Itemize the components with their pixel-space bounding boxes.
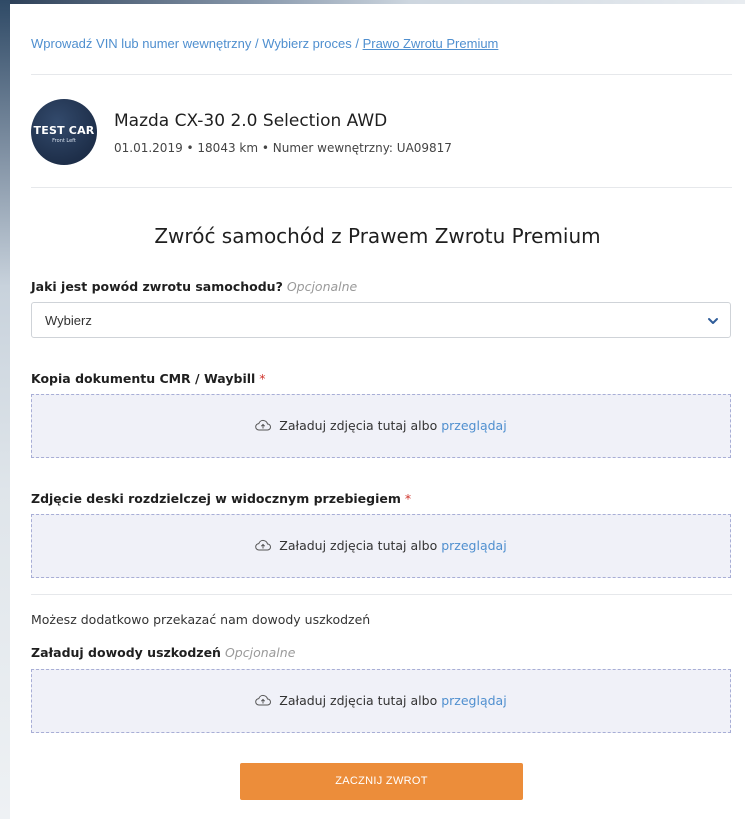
dashboard-label: Zdjęcie deski rozdzielczej w widocznym p… [31, 491, 411, 506]
page: Wprowadź VIN lub numer wewnętrzny / Wybi… [0, 0, 745, 819]
chevron-down-icon [708, 318, 718, 324]
upload-text: Załaduj zdjęcia tutaj albo [279, 418, 438, 433]
damage-upload-dropzone[interactable]: Załaduj zdjęcia tutaj albo przeglądaj [31, 669, 731, 733]
dashboard-label-text: Zdjęcie deski rozdzielczej w widocznym p… [31, 491, 401, 506]
breadcrumb-separator: / [254, 36, 259, 51]
required-mark: * [259, 371, 266, 386]
required-mark: * [404, 491, 412, 506]
car-meta: 01.01.2019 • 18043 km • Numer wewnętrzny… [114, 141, 452, 155]
cmr-upload-dropzone[interactable]: Załaduj zdjęcia tutaj albo przeglądaj [31, 394, 731, 458]
cmr-label: Kopia dokumentu CMR / Waybill * [31, 371, 266, 386]
cmr-label-text: Kopia dokumentu CMR / Waybill [31, 371, 256, 386]
return-form-panel: Wprowadź VIN lub numer wewnętrzny / Wybi… [10, 4, 745, 819]
breadcrumb-item-vin[interactable]: Wprowadź VIN lub numer wewnętrzny [31, 36, 251, 51]
browse-link[interactable]: przeglądaj [441, 538, 506, 553]
reason-label: Jaki jest powód zwrotu samochodu? Opcjon… [31, 279, 357, 294]
upload-prompt: Załaduj zdjęcia tutaj albo przeglądaj [32, 418, 730, 433]
breadcrumb-item-process[interactable]: Wybierz proces [262, 36, 351, 51]
damage-label-text: Załaduj dowody uszkodzeń [31, 645, 221, 660]
cloud-upload-icon [255, 539, 272, 551]
start-return-button[interactable]: ZACZNIJ ZWROT [240, 763, 523, 800]
divider [31, 74, 732, 75]
upload-prompt: Załaduj zdjęcia tutaj albo przeglądaj [32, 538, 730, 553]
cloud-upload-icon [255, 419, 272, 431]
breadcrumb-separator: / [355, 36, 359, 51]
upload-prompt: Załaduj zdjęcia tutaj albo przeglądaj [32, 693, 730, 708]
reason-label-text: Jaki jest powód zwrotu samochodu? [31, 279, 283, 294]
upload-text: Załaduj zdjęcia tutaj albo [279, 693, 438, 708]
damage-hint: Możesz dodatkowo przekazać nam dowody us… [31, 612, 371, 627]
reason-select[interactable]: Wybierz [31, 302, 731, 338]
optional-tag: Opcjonalne [224, 645, 296, 660]
car-title: Mazda CX-30 2.0 Selection AWD [114, 111, 388, 131]
background-strip-left [0, 0, 10, 819]
browse-link[interactable]: przeglądaj [441, 693, 506, 708]
damage-label: Załaduj dowody uszkodzeń Opcjonalne [31, 645, 295, 660]
breadcrumb-item-current[interactable]: Prawo Zwrotu Premium [363, 36, 499, 51]
dashboard-upload-dropzone[interactable]: Załaduj zdjęcia tutaj albo przeglądaj [31, 514, 731, 578]
page-title: Zwróć samochód z Prawem Zwrotu Premium [154, 224, 601, 248]
breadcrumb: Wprowadź VIN lub numer wewnętrzny / Wybi… [31, 36, 498, 51]
car-avatar: TEST CAR Front Left [31, 99, 97, 165]
cloud-upload-icon [255, 694, 272, 706]
divider [31, 187, 732, 188]
car-avatar-sublabel: Front Left [52, 138, 76, 144]
browse-link[interactable]: przeglądaj [441, 418, 506, 433]
optional-tag: Opcjonalne [286, 279, 358, 294]
upload-text: Załaduj zdjęcia tutaj albo [279, 538, 438, 553]
divider [31, 594, 732, 595]
car-avatar-label: TEST CAR [33, 124, 95, 137]
reason-select-value: Wybierz [45, 313, 92, 328]
